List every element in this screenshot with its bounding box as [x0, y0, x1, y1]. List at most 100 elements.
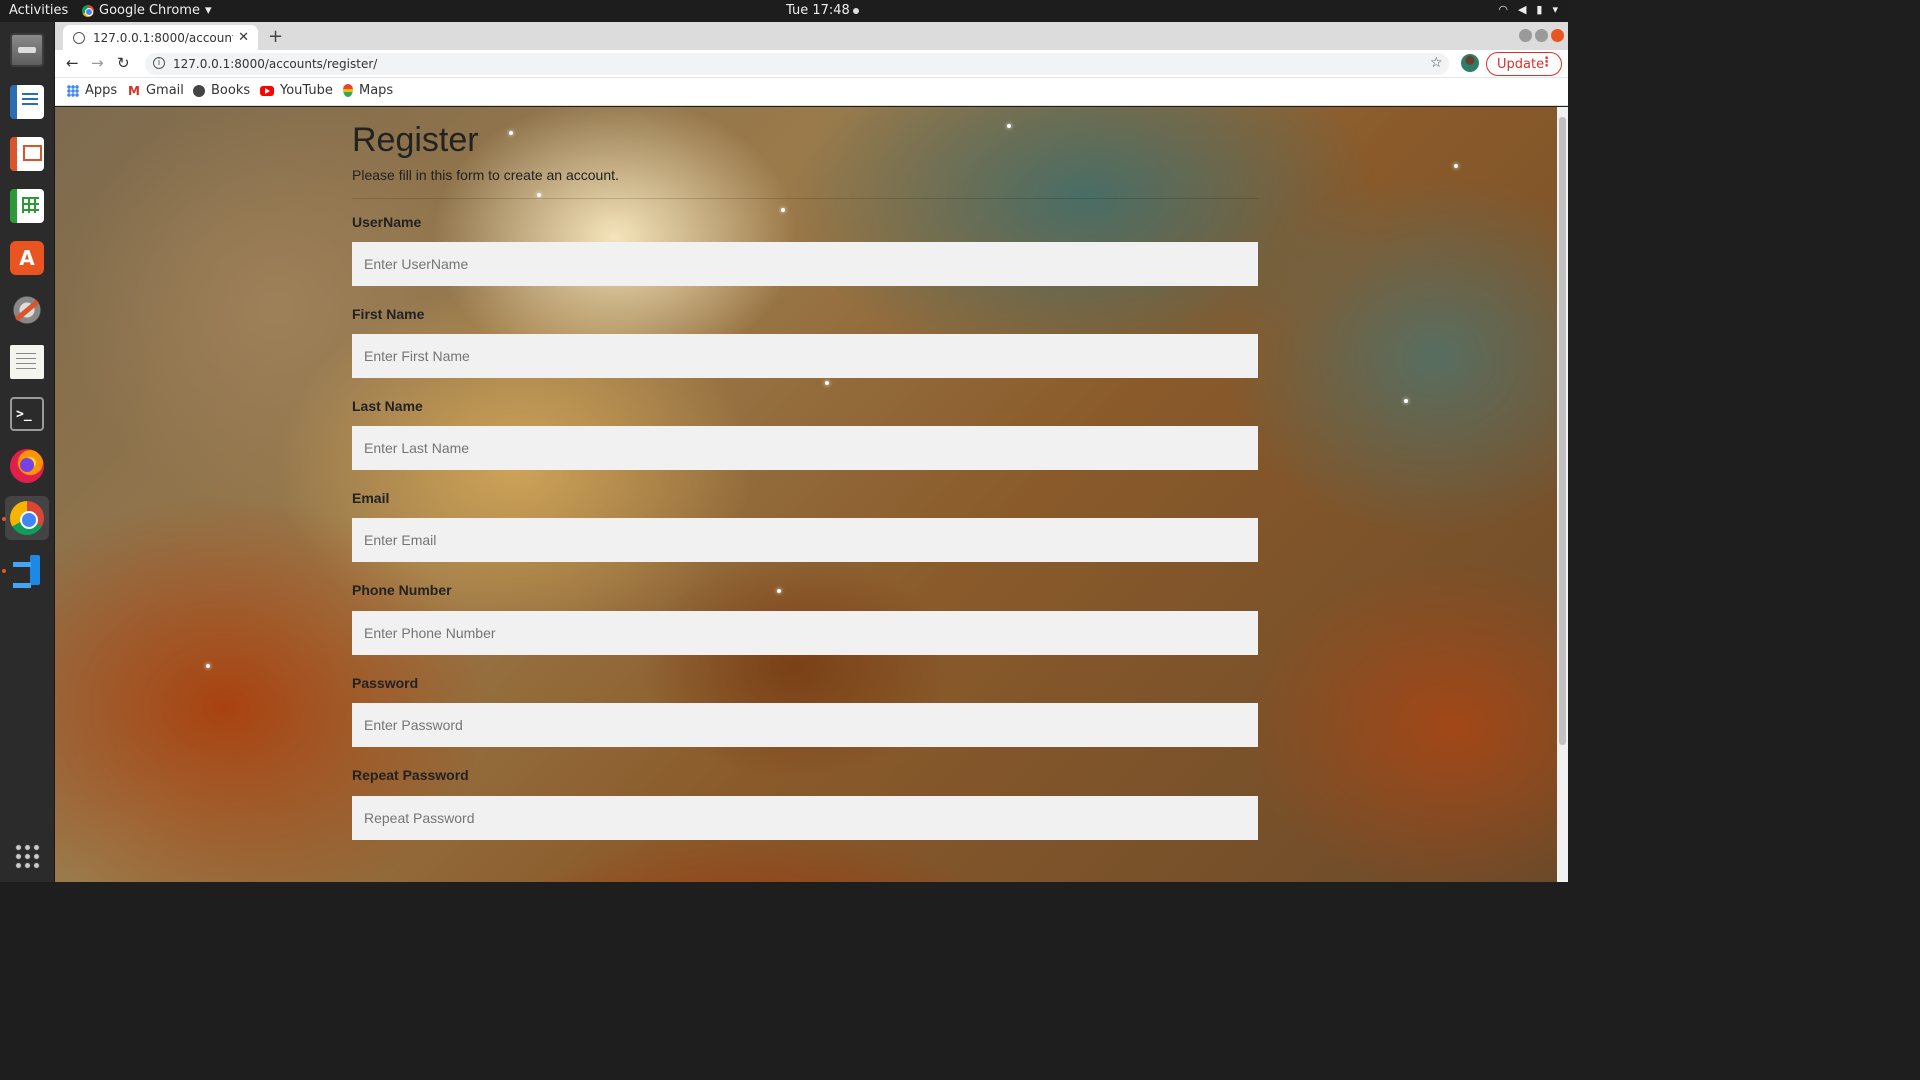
bookmark-maps[interactable]: Maps [343, 83, 393, 98]
youtube-icon [260, 85, 274, 96]
more-vert-icon: ⋮ [1540, 55, 1553, 70]
bookmark-youtube[interactable]: YouTube [260, 83, 333, 98]
nebula-star [537, 193, 541, 197]
tab-title: 127.0.0.1:8000/accounts/r [93, 30, 233, 45]
maps-pin-icon [343, 84, 353, 97]
avatar[interactable] [1461, 54, 1479, 72]
dock-tools[interactable] [5, 288, 49, 332]
app-menu[interactable]: Google Chrome ▾ [82, 3, 212, 18]
dock-vscode[interactable] [5, 548, 49, 592]
app-menu-label: Google Chrome [99, 3, 200, 18]
dock-software[interactable]: A [5, 236, 49, 280]
bookmark-apps[interactable]: Apps [67, 83, 117, 98]
clock-label: Tue 17:48 [786, 3, 850, 18]
show-apps-button[interactable] [5, 834, 49, 878]
bookmark-books[interactable]: Books [193, 83, 250, 98]
dock-chrome[interactable] [5, 496, 49, 540]
page-subtitle: Please fill in this form to create an ac… [352, 167, 619, 183]
window-close-icon[interactable] [1551, 29, 1564, 42]
minimize-icon[interactable] [1519, 29, 1532, 42]
firefox-icon [10, 449, 44, 483]
apps-grid-icon [67, 84, 79, 97]
bookmark-gmail[interactable]: M Gmail [128, 83, 184, 98]
last-name-label: Last Name [352, 398, 423, 414]
system-top-bar: Activities Google Chrome ▾ Tue 17:48 ◠ ◀… [0, 0, 1568, 22]
dock-writer[interactable] [5, 80, 49, 124]
tab-strip: 127.0.0.1:8000/accounts/r ✕ + [55, 22, 1568, 50]
bookmark-label: Gmail [145, 83, 184, 98]
forward-icon[interactable]: → [91, 54, 104, 72]
running-indicator [2, 517, 6, 521]
email-input[interactable] [352, 518, 1258, 562]
nebula-star [825, 381, 829, 385]
bookmark-label: Maps [359, 83, 394, 98]
calc-icon [10, 189, 44, 223]
bookmark-star-icon[interactable]: ☆ [1430, 55, 1443, 71]
repeat-password-label: Repeat Password [352, 767, 469, 783]
dock-files[interactable] [5, 28, 49, 72]
vscode-icon [10, 553, 44, 587]
nebula-star [509, 131, 513, 135]
page-viewport: Register Please fill in this form to cre… [55, 107, 1557, 882]
new-tab-button[interactable]: + [268, 26, 283, 47]
info-icon[interactable]: i [153, 57, 165, 69]
chrome-small-icon [82, 4, 94, 17]
nebula-star [1404, 399, 1408, 403]
phone-number-label: Phone Number [352, 582, 452, 598]
dock-terminal[interactable]: >_ [5, 392, 49, 436]
phone-number-input[interactable] [352, 611, 1258, 655]
address-bar[interactable]: i 127.0.0.1:8000/accounts/register/ [145, 53, 1449, 75]
first-name-input[interactable] [352, 334, 1258, 378]
dock-impress[interactable] [5, 132, 49, 176]
dock-text-editor[interactable] [5, 340, 49, 384]
browser-toolbar: ← → ↻ i 127.0.0.1:8000/accounts/register… [55, 50, 1568, 78]
address-text: 127.0.0.1:8000/accounts/register/ [173, 57, 378, 71]
notification-dot-icon [852, 7, 859, 14]
chrome-icon [10, 501, 44, 535]
nebula-star [777, 589, 781, 593]
page-scrollbar[interactable] [1557, 107, 1568, 882]
username-input[interactable] [352, 242, 1258, 286]
update-button[interactable]: Update ⋮ [1486, 52, 1562, 76]
terminal-icon: >_ [10, 397, 44, 431]
page-title: Register [352, 121, 479, 159]
writer-icon [10, 85, 44, 119]
bookmark-label: YouTube [280, 83, 333, 98]
battery-icon: ▮ [1536, 3, 1543, 16]
email-label: Email [352, 490, 390, 506]
last-name-input[interactable] [352, 426, 1258, 470]
divider [352, 198, 1258, 199]
software-icon: A [10, 241, 44, 275]
username-label: UserName [352, 214, 422, 230]
clock[interactable]: Tue 17:48 [786, 3, 859, 18]
nebula-star [1007, 124, 1011, 128]
running-indicator [2, 569, 6, 573]
scrollbar-thumb[interactable] [1559, 117, 1566, 745]
tools-icon [10, 293, 44, 327]
nebula-star [206, 664, 210, 668]
wifi-icon: ◠ [1498, 3, 1508, 16]
bookmark-label: Books [211, 83, 251, 98]
nebula-star [1454, 164, 1458, 168]
text-editor-icon [10, 345, 44, 379]
dock-calc[interactable] [5, 184, 49, 228]
gmail-icon: M [128, 83, 140, 98]
close-icon[interactable]: ✕ [238, 30, 249, 45]
globe-icon [73, 31, 85, 44]
tab-register[interactable]: 127.0.0.1:8000/accounts/r ✕ [63, 25, 258, 50]
volume-icon: ◀ [1517, 3, 1527, 16]
maximize-icon[interactable] [1535, 29, 1548, 42]
password-input[interactable] [352, 703, 1258, 747]
activities-button[interactable]: Activities [9, 3, 68, 18]
repeat-password-input[interactable] [352, 796, 1258, 840]
reload-icon[interactable]: ↻ [117, 54, 130, 72]
update-label: Update [1497, 56, 1545, 72]
chevron-down-icon: ▾ [1552, 3, 1558, 16]
files-icon [10, 33, 44, 67]
first-name-label: First Name [352, 306, 425, 322]
password-label: Password [352, 675, 419, 691]
bookmarks-bar: Apps M Gmail Books YouTube Maps [55, 78, 1568, 106]
dock-firefox[interactable] [5, 444, 49, 488]
system-tray[interactable]: ◠ ◀ ▮ ▾ [1498, 3, 1558, 16]
back-icon[interactable]: ← [66, 54, 79, 72]
